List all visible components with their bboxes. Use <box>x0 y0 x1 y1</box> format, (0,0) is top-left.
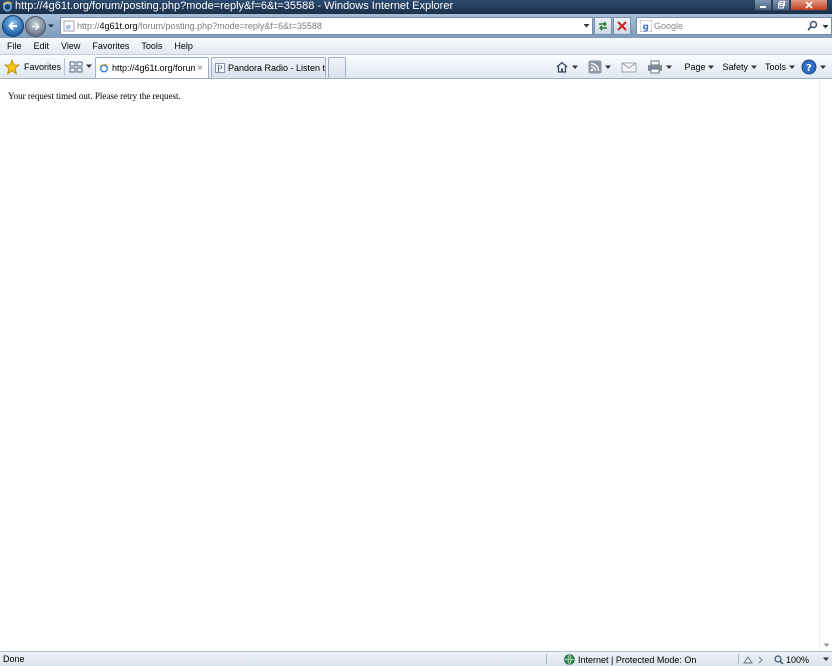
home-dropdown-icon[interactable] <box>572 65 579 70</box>
zoom-dropdown-icon[interactable] <box>823 657 830 662</box>
security-zone[interactable]: Internet | Protected Mode: On <box>564 652 696 666</box>
window-title: http://4g61t.org/forum/posting.php?mode=… <box>15 0 454 12</box>
svg-text:e: e <box>66 23 71 32</box>
google-icon: g <box>640 20 652 32</box>
window-controls <box>754 0 828 12</box>
globe-icon <box>564 654 575 665</box>
address-dropdown-icon[interactable] <box>583 23 590 29</box>
zoom-control[interactable]: 100% <box>774 652 830 666</box>
favorites-button[interactable]: Favorites <box>4 58 61 76</box>
popup-blocker-icon[interactable] <box>742 654 764 665</box>
security-zone-label: Internet | Protected Mode: On <box>578 654 697 665</box>
minimize-button[interactable] <box>754 0 772 11</box>
search-box[interactable]: g <box>636 17 832 35</box>
tab-4g61t-forum[interactable]: http://4g61t.org/forum... × <box>95 57 209 78</box>
mail-icon <box>621 62 637 73</box>
help-dropdown-icon[interactable] <box>820 65 826 70</box>
menu-view[interactable]: View <box>55 38 86 54</box>
vertical-scrollbar[interactable] <box>819 80 832 651</box>
forward-button[interactable] <box>25 16 46 37</box>
ie-page-icon <box>99 63 109 73</box>
help-icon: ? <box>801 59 817 75</box>
menu-edit[interactable]: Edit <box>28 38 56 54</box>
recent-pages-dropdown-icon[interactable] <box>47 22 55 30</box>
address-bar[interactable]: e http://4g61t.org/forum/posting.php?mod… <box>60 17 593 35</box>
tab-pandora-radio[interactable]: P Pandora Radio - Listen to ... <box>211 57 326 78</box>
tab-bar: Favorites http://4g61t.org/forum... × P … <box>0 55 832 79</box>
star-icon <box>4 59 20 75</box>
refresh-icon <box>599 21 607 31</box>
stop-icon <box>617 21 627 31</box>
address-url[interactable]: http://4g61t.org/forum/posting.php?mode=… <box>77 18 322 34</box>
tab-list-dropdown-icon[interactable] <box>86 64 92 69</box>
close-window-button[interactable] <box>790 0 828 11</box>
maximize-button[interactable] <box>772 0 790 11</box>
rss-feed-icon <box>588 60 602 74</box>
status-divider <box>546 654 547 665</box>
menu-favorites[interactable]: Favorites <box>86 38 135 54</box>
toolbar-divider <box>64 58 65 76</box>
status-text: Done <box>3 654 25 664</box>
stop-button[interactable] <box>613 17 631 35</box>
favorites-label: Favorites <box>24 62 62 72</box>
help-button[interactable]: ? <box>799 58 828 76</box>
navigation-bar: e http://4g61t.org/forum/posting.php?mod… <box>0 14 832 38</box>
ie-logo-icon <box>2 1 13 12</box>
url-host: 4g61t.org <box>99 21 138 31</box>
menu-file[interactable]: File <box>0 38 28 54</box>
status-bar: Done Internet | Protected Mode: On 100% <box>0 651 832 666</box>
pandora-icon: P <box>215 63 225 73</box>
read-mail-button[interactable] <box>619 58 639 76</box>
refresh-button[interactable] <box>594 17 612 35</box>
tools-menu-label: Tools <box>764 62 786 72</box>
timeout-message: Your request timed out. Please retry the… <box>8 91 181 101</box>
tab-label: http://4g61t.org/forum... <box>112 63 195 73</box>
feeds-button[interactable] <box>586 58 613 76</box>
search-dropdown-icon[interactable] <box>822 24 829 30</box>
quick-tabs-icon[interactable] <box>68 59 84 75</box>
url-path: /forum/posting.php?mode=reply&f=6&t=3558… <box>137 21 322 31</box>
search-icon[interactable] <box>807 20 818 31</box>
zoom-icon <box>774 654 784 664</box>
page-menu-label: Page <box>684 62 706 72</box>
command-bar: Page Safety Tools ? <box>553 58 828 76</box>
svg-text:?: ? <box>806 63 812 74</box>
back-arrow-icon <box>8 21 17 31</box>
ie-page-icon: e <box>63 20 75 32</box>
page-dropdown-icon <box>708 65 715 69</box>
page-menu-button[interactable]: Page <box>680 58 718 76</box>
forward-arrow-icon <box>31 22 41 31</box>
status-divider <box>738 654 739 665</box>
safety-menu-label: Safety <box>722 62 748 72</box>
feeds-dropdown-icon[interactable] <box>605 65 612 70</box>
url-prefix: http:// <box>77 21 100 31</box>
search-input[interactable] <box>654 19 804 33</box>
tools-menu-button[interactable]: Tools <box>761 58 799 76</box>
print-button[interactable] <box>645 58 674 76</box>
scroll-down-icon[interactable] <box>823 643 830 648</box>
tab-label: Pandora Radio - Listen to ... <box>228 63 325 73</box>
restore-icon <box>778 1 785 9</box>
svg-text:P: P <box>217 65 223 74</box>
safety-dropdown-icon <box>750 65 757 69</box>
minimize-icon <box>760 6 766 8</box>
zoom-level: 100% <box>786 654 810 665</box>
safety-menu-button[interactable]: Safety <box>718 58 761 76</box>
printer-icon <box>648 60 663 74</box>
svg-text:g: g <box>643 23 649 33</box>
print-dropdown-icon[interactable] <box>666 65 673 70</box>
new-tab-button[interactable] <box>328 57 346 78</box>
close-icon <box>805 1 813 9</box>
close-tab-button[interactable]: × <box>195 63 205 74</box>
page-content: Your request timed out. Please retry the… <box>1 80 819 651</box>
home-icon <box>557 61 568 73</box>
tools-dropdown-icon <box>789 65 795 69</box>
menu-tools[interactable]: Tools <box>135 38 168 54</box>
home-button[interactable] <box>553 58 580 76</box>
back-button[interactable] <box>2 15 24 37</box>
title-bar: http://4g61t.org/forum/posting.php?mode=… <box>0 0 832 14</box>
menu-help[interactable]: Help <box>168 38 199 54</box>
menu-bar: File Edit View Favorites Tools Help <box>0 38 832 55</box>
